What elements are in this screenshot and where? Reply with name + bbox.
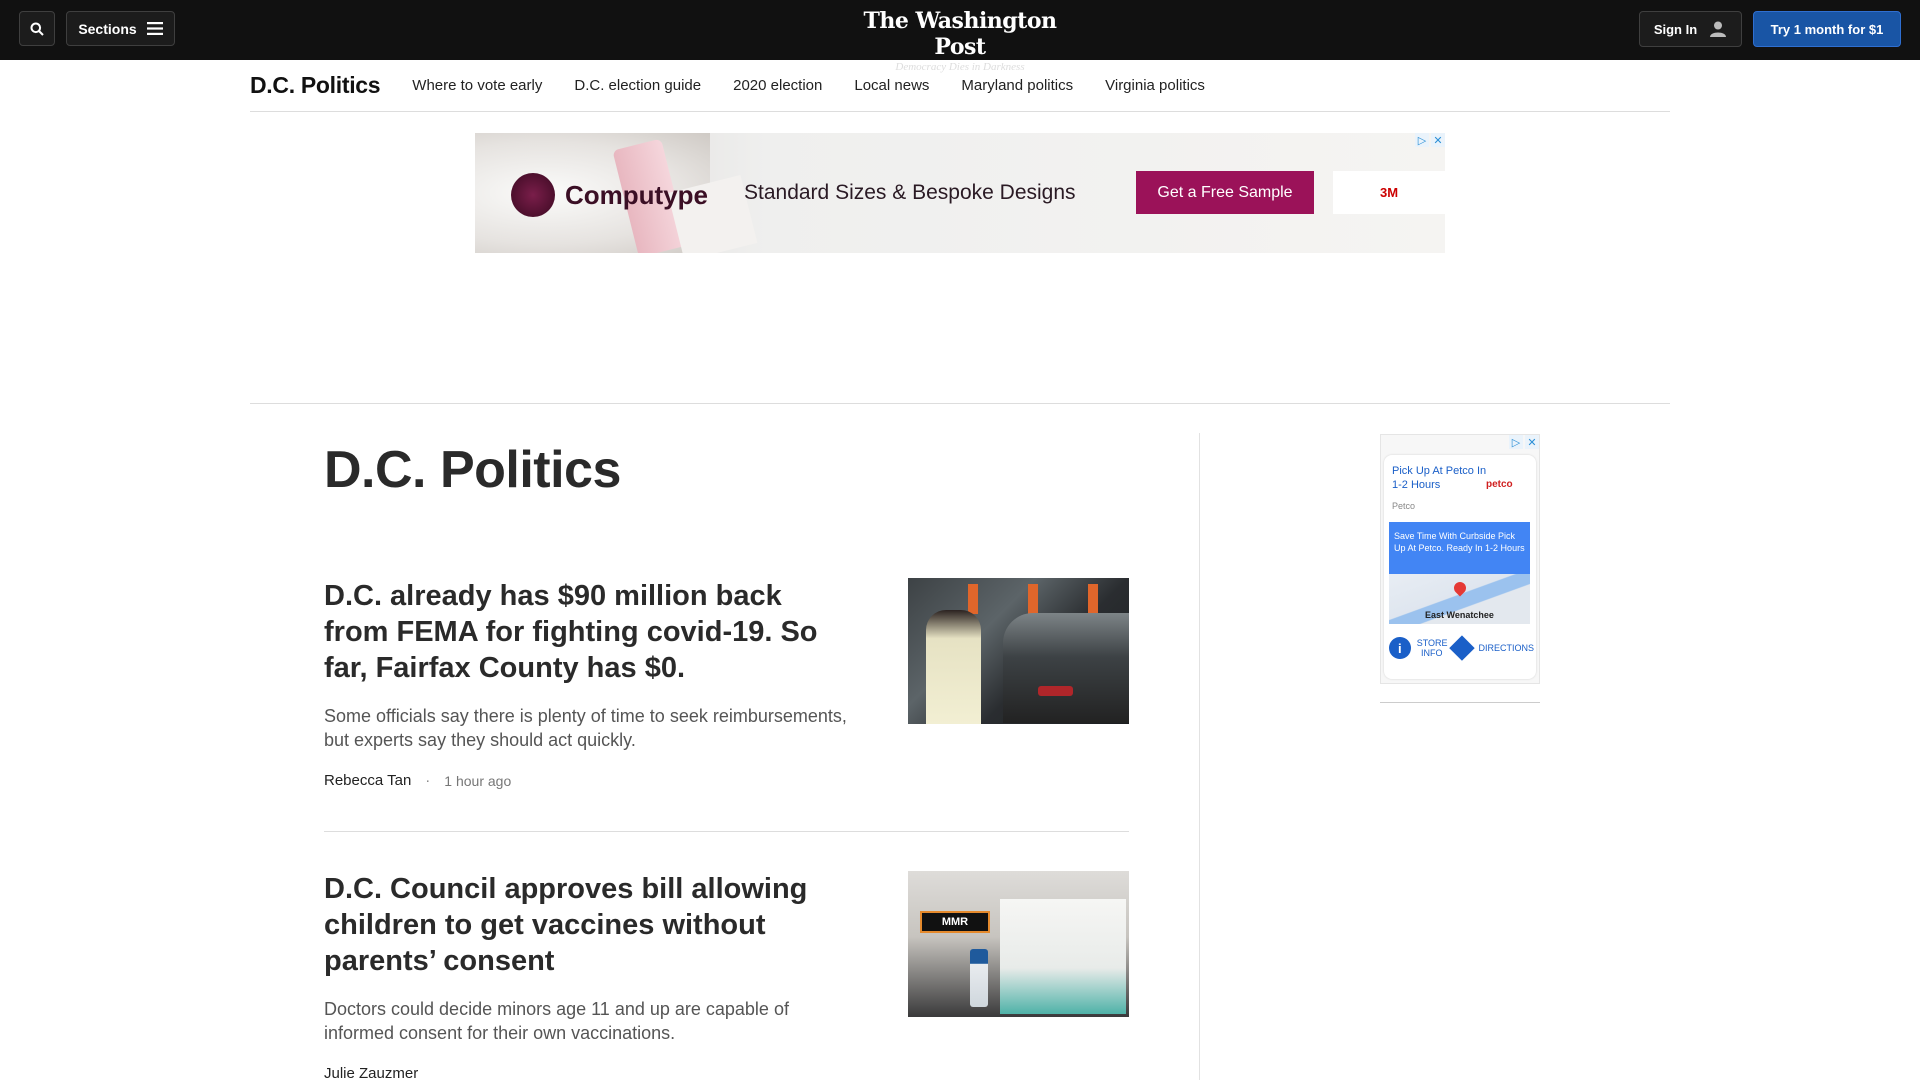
traffic-cone [1028,584,1038,614]
rail-ad-map[interactable]: East Wenatchee [1389,574,1530,624]
car-figure [1003,613,1129,723]
byline-separator: · [425,772,431,789]
nav-link-virginia-politics[interactable]: Virginia politics [1105,77,1205,94]
rail-ad-brand-logo: petco [1486,479,1513,490]
rail-ad-choices: ▷ ✕ [1509,435,1539,449]
page-title: D.C. Politics [324,441,621,499]
rail-ad-body: Save Time With Curbside Pick Up At Petco… [1389,522,1530,574]
directions-link[interactable]: DIRECTIONS [1478,643,1534,653]
ad-close-icon[interactable]: ✕ [1431,133,1445,147]
sections-button[interactable]: Sections [66,11,175,46]
story-headline[interactable]: D.C. already has $90 million back from F… [324,578,849,686]
ad-partner-logo: 3M [1333,171,1445,214]
rail-ad-card[interactable]: Pick Up At Petco In 1-2 Hours petco Petc… [1384,455,1536,679]
ad-headline: Standard Sizes & Bespoke Designs [744,181,1076,204]
search-button[interactable] [19,11,55,46]
sign-in-button[interactable]: Sign In [1639,11,1742,47]
sign-in-label: Sign In [1653,21,1698,37]
column-divider [1199,433,1200,1080]
story-dek: Doctors could decide minors age 11 and u… [324,999,789,1043]
search-icon [30,22,44,36]
vaccine-vial [970,949,988,1007]
story-author[interactable]: Rebecca Tan [324,772,411,789]
user-icon [1710,21,1727,37]
nav-link-where-to-vote-early[interactable]: Where to vote early [412,77,542,94]
rail-ad[interactable]: ▷ ✕ Pick Up At Petco In 1-2 Hours petco … [1380,434,1540,684]
subscribe-button[interactable]: Try 1 month for $1 [1753,11,1901,47]
logo-name: The Washington Post [863,8,1057,60]
section-nav: D.C. Politics Where to vote early D.C. e… [250,60,1670,112]
story-card: D.C. already has $90 million back from F… [324,578,1129,789]
story-timestamp: 1 hour ago [444,772,512,789]
story-divider [324,831,1129,832]
vaccine-box [1000,899,1126,1014]
story-byline: Julie Zauzmer [324,1065,1129,1080]
ad-choices: ▷ ✕ [1415,133,1445,147]
story-headline[interactable]: D.C. Council approves bill allowing chil… [324,871,849,979]
traffic-cone [968,584,978,614]
rail-divider [1380,702,1540,703]
car-taillight [1038,686,1073,696]
ad-brand-mark-icon [511,173,555,217]
nav-link-maryland-politics[interactable]: Maryland politics [961,77,1073,94]
vaccine-label: MMR [920,911,990,933]
story-dek: Some officials say there is plenty of ti… [324,706,847,750]
hamburger-icon [146,22,163,35]
story-card: D.C. Council approves bill allowing chil… [324,871,1129,1080]
ad-brand-name: Computype [565,179,708,210]
nav-link-dc-election-guide[interactable]: D.C. election guide [574,77,701,94]
story-image[interactable] [908,578,1129,724]
nav-link-2020-election[interactable]: 2020 election [733,77,822,94]
ad-brand-logo: Computype [511,173,708,217]
info-icon[interactable]: i [1389,637,1411,659]
nav-link-local-news[interactable]: Local news [854,77,929,94]
rail-ad-map-label: East Wenatchee [1425,610,1494,620]
ad-cta-button[interactable]: Get a Free Sample [1136,171,1314,214]
health-worker-figure [926,610,981,724]
map-pin-icon [1451,579,1469,597]
divider [250,403,1670,404]
rail-ad-advertiser: Petco [1392,501,1416,511]
adchoices-icon[interactable]: ▷ [1509,435,1523,449]
traffic-cone [1088,584,1098,614]
story-author[interactable]: Julie Zauzmer [324,1065,418,1080]
masthead: Sections The Washington Post Democracy D… [0,0,1920,73]
banner-ad[interactable]: Computype Standard Sizes & Bespoke Desig… [475,133,1445,253]
story-byline: Rebecca Tan · 1 hour ago [324,772,1129,789]
sections-label: Sections [78,20,137,37]
section-title[interactable]: D.C. Politics [250,72,381,99]
store-info-link[interactable]: STORE INFO [1417,638,1448,658]
ad-close-icon[interactable]: ✕ [1525,435,1539,449]
adchoices-icon[interactable]: ▷ [1415,133,1429,147]
story-image[interactable]: MMR [908,871,1129,1017]
directions-icon[interactable] [1448,635,1475,661]
rail-ad-title[interactable]: Pick Up At Petco In 1-2 Hours [1392,464,1488,492]
rail-ad-actions: i STORE INFO DIRECTIONS [1389,633,1534,663]
